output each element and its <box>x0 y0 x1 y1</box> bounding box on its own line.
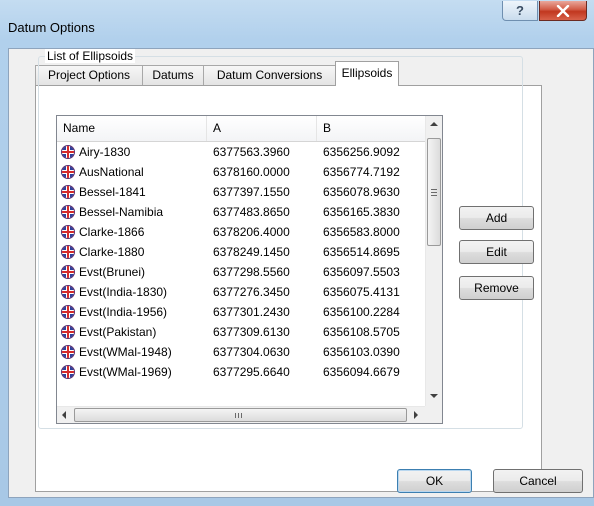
vertical-scrollbar[interactable] <box>425 116 442 406</box>
list-header: Name A B <box>57 116 425 142</box>
ellipsoid-name: Evst(India-1956) <box>79 305 168 319</box>
list-item[interactable]: Bessel-Namibia 6377483.8650 6356165.3830 <box>57 202 425 222</box>
flag-globe-icon <box>61 365 75 379</box>
list-item[interactable]: Clarke-1866 6378206.4000 6356583.8000 <box>57 222 425 242</box>
cancel-button[interactable]: Cancel <box>493 469 583 493</box>
ellipsoid-name: Clarke-1866 <box>79 225 145 239</box>
ellipsoid-name: Evst(WMal-1948) <box>79 345 172 359</box>
dialog-window: Datum Options ? Project Options Datums D… <box>0 0 594 506</box>
flag-globe-icon <box>61 285 75 299</box>
column-header-name[interactable]: Name <box>57 116 207 141</box>
ellipsoid-b-value: 6356583.8000 <box>323 225 400 239</box>
list-item[interactable]: Evst(WMal-1969) 6377295.6640 6356094.6679 <box>57 362 425 382</box>
list-item[interactable]: Evst(Pakistan) 6377309.6130 6356108.5705 <box>57 322 425 342</box>
groupbox-label: List of Ellipsoids <box>45 49 136 63</box>
help-icon: ? <box>516 3 524 18</box>
ellipsoid-b-value: 6356774.7192 <box>323 165 400 179</box>
help-button[interactable]: ? <box>502 1 538 21</box>
ellipsoid-name: Evst(WMal-1969) <box>79 365 172 379</box>
column-header-b[interactable]: B <box>317 116 425 141</box>
ellipsoid-b-value: 6356094.6679 <box>323 365 400 379</box>
ellipsoid-a-value: 6377298.5560 <box>213 265 290 279</box>
list-item[interactable]: AusNational 6378160.0000 6356774.7192 <box>57 162 425 182</box>
list-item[interactable]: Evst(WMal-1948) 6377304.0630 6356103.0390 <box>57 342 425 362</box>
vertical-scroll-thumb[interactable] <box>427 138 441 246</box>
ellipsoid-b-value: 6356514.8695 <box>323 245 400 259</box>
ellipsoid-a-value: 6378206.4000 <box>213 225 290 239</box>
flag-globe-icon <box>61 225 75 239</box>
ellipsoid-b-value: 6356100.2284 <box>323 305 400 319</box>
list-item[interactable]: Evst(Brunei) 6377298.5560 6356097.5503 <box>57 262 425 282</box>
scroll-down-arrow-icon[interactable] <box>430 394 438 398</box>
flag-globe-icon <box>61 165 75 179</box>
ellipsoid-a-value: 6377301.2430 <box>213 305 290 319</box>
ellipsoid-a-value: 6378160.0000 <box>213 165 290 179</box>
flag-globe-icon <box>61 345 75 359</box>
horizontal-scrollbar[interactable] <box>57 406 425 423</box>
flag-globe-icon <box>61 305 75 319</box>
ellipsoid-a-value: 6377563.3960 <box>213 145 290 159</box>
ellipsoid-name: Evst(India-1830) <box>79 285 168 299</box>
ellipsoid-a-value: 6377309.6130 <box>213 325 290 339</box>
flag-globe-icon <box>61 245 75 259</box>
close-icon <box>556 4 570 17</box>
ellipsoid-a-value: 6377483.8650 <box>213 205 290 219</box>
flag-globe-icon <box>61 205 75 219</box>
ellipsoid-name: Bessel-Namibia <box>79 205 164 219</box>
scroll-left-arrow-icon[interactable] <box>62 411 66 419</box>
list-rows: Airy-1830 6377563.3960 6356256.9092 AusNati… <box>57 141 425 410</box>
window-title: Datum Options <box>8 20 95 35</box>
flag-globe-icon <box>61 185 75 199</box>
ellipsoid-b-value: 6356108.5705 <box>323 325 400 339</box>
ellipsoid-a-value: 6377397.1550 <box>213 185 290 199</box>
ellipsoid-b-value: 6356103.0390 <box>323 345 400 359</box>
scroll-right-arrow-icon[interactable] <box>414 411 418 419</box>
ellipsoid-a-value: 6377276.3450 <box>213 285 290 299</box>
ok-button[interactable]: OK <box>397 469 472 493</box>
scroll-up-arrow-icon[interactable] <box>430 122 438 126</box>
list-item[interactable]: Evst(India-1830) 6377276.3450 6356075.4131 <box>57 282 425 302</box>
close-button[interactable] <box>539 1 587 21</box>
ellipsoid-b-value: 6356256.9092 <box>323 145 400 159</box>
ellipsoid-name: Airy-1830 <box>79 145 131 159</box>
column-header-a[interactable]: A <box>207 116 317 141</box>
tab-ellipsoids[interactable]: Ellipsoids <box>335 61 399 86</box>
ellipsoid-name: Clarke-1880 <box>79 245 145 259</box>
flag-globe-icon <box>61 325 75 339</box>
ellipsoid-b-value: 6356075.4131 <box>323 285 400 299</box>
ellipsoid-name: Evst(Pakistan) <box>79 325 157 339</box>
edit-button[interactable]: Edit <box>459 240 534 264</box>
horizontal-scroll-thumb[interactable] <box>74 408 407 422</box>
list-item[interactable]: Clarke-1880 6378249.1450 6356514.8695 <box>57 242 425 262</box>
scrollbar-corner <box>425 406 442 423</box>
ellipsoid-b-value: 6356165.3830 <box>323 205 400 219</box>
flag-globe-icon <box>61 265 75 279</box>
list-item[interactable]: Airy-1830 6377563.3960 6356256.9092 <box>57 142 425 162</box>
list-item[interactable]: Bessel-1841 6377397.1550 6356078.9630 <box>57 182 425 202</box>
ellipsoid-a-value: 6377304.0630 <box>213 345 290 359</box>
flag-globe-icon <box>61 145 75 159</box>
ellipsoid-b-value: 6356097.5503 <box>323 265 400 279</box>
ellipsoid-list[interactable]: Name A B Airy-1830 6377563.3960 6356256.90… <box>56 115 443 424</box>
ellipsoid-a-value: 6378249.1450 <box>213 245 290 259</box>
ellipsoid-name: Evst(Brunei) <box>79 265 146 279</box>
remove-button[interactable]: Remove <box>459 276 534 300</box>
ellipsoid-name: Bessel-1841 <box>79 185 146 199</box>
list-item[interactable]: Evst(India-1956) 6377301.2430 6356100.2284 <box>57 302 425 322</box>
add-button[interactable]: Add <box>459 206 534 230</box>
ellipsoid-name: AusNational <box>79 165 144 179</box>
ellipsoid-b-value: 6356078.9630 <box>323 185 400 199</box>
ellipsoid-a-value: 6377295.6640 <box>213 365 290 379</box>
